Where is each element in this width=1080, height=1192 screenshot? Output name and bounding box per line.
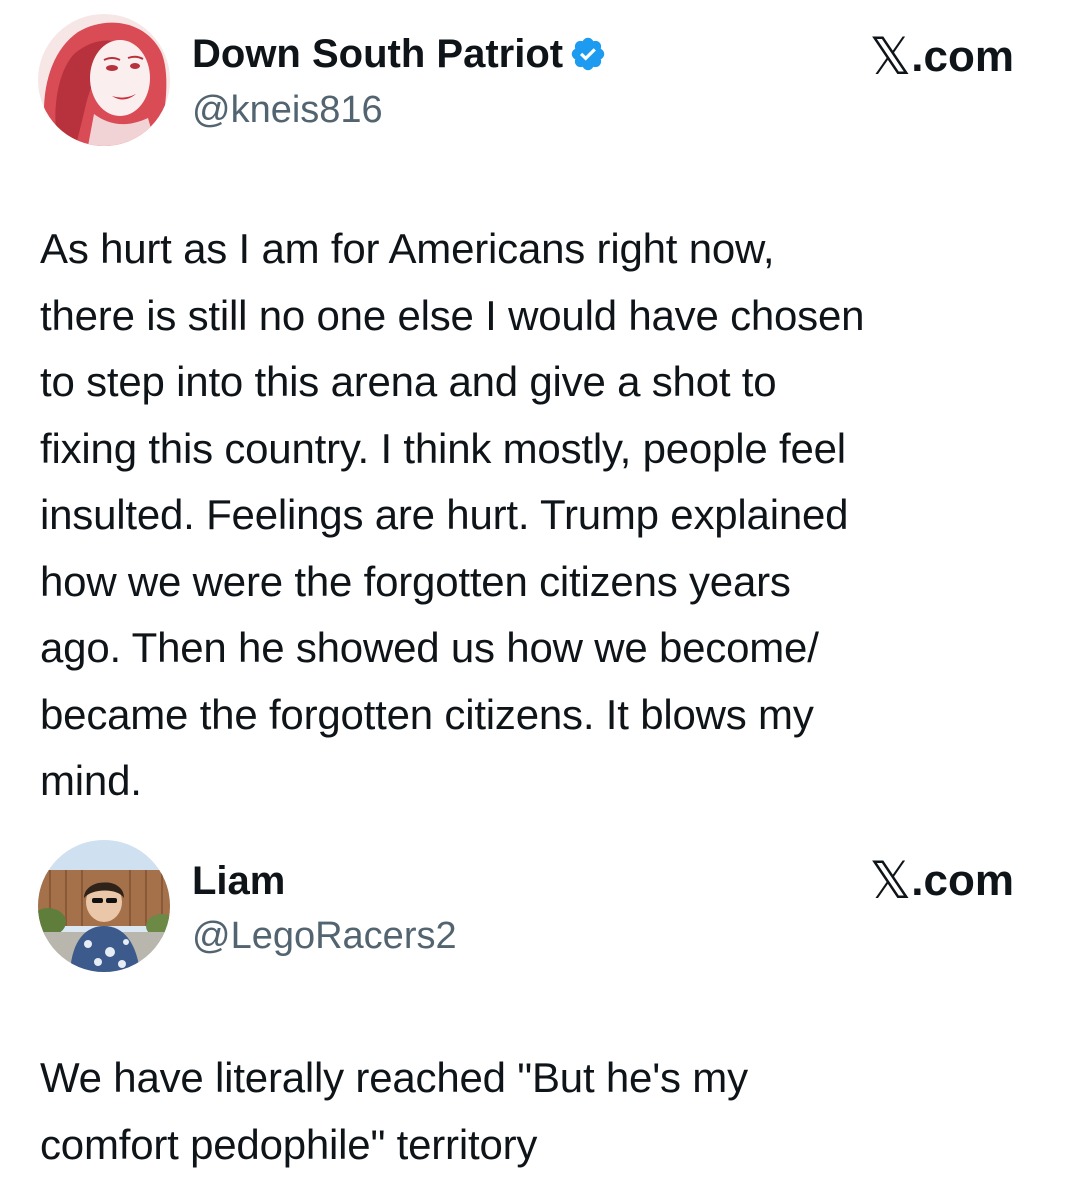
post-card-1: Down South Patriot @kneis816 𝕏.com As hu… (0, 0, 1080, 830)
user-handle[interactable]: @kneis816 (192, 88, 383, 132)
avatar[interactable] (38, 14, 170, 146)
x-logo-icon: 𝕏 (869, 27, 912, 87)
post-text-line: We have literally reached "But he's my (40, 1054, 748, 1101)
post-card-2: Liam @LegoRacers2 𝕏.com We have literall… (0, 830, 1080, 1192)
x-logo-icon: 𝕏 (869, 851, 912, 911)
post-text-line: there is still no one else I would have … (40, 291, 865, 339)
post-text-line: to step into this arena and give a shot … (40, 358, 777, 405)
post-text-line: fixing this country. I think mostly, peo… (40, 424, 846, 472)
post-text-line: As hurt as I am for Americans right now, (40, 225, 775, 272)
source-label[interactable]: 𝕏.com (869, 31, 1014, 83)
user-handle[interactable]: @LegoRacers2 (192, 914, 457, 958)
display-name[interactable]: Liam (192, 858, 285, 904)
post-text-line: how we were the forgotten citizens years (40, 557, 791, 605)
post-text: We have literally reached "But he's my c… (40, 1045, 1050, 1178)
avatar[interactable] (38, 840, 170, 972)
post-text: As hurt as I am for Americans right now,… (40, 216, 1050, 815)
verified-badge-icon (569, 35, 607, 73)
post-text-line: comfort pedophile" territory (40, 1120, 538, 1168)
post-text-line: ago. Then he showed us how we become/ (40, 624, 819, 671)
source-label-text: .com (911, 32, 1014, 81)
post-text-line: insulted. Feelings are hurt. Trump expla… (40, 491, 849, 538)
person-outdoor-avatar-icon (38, 840, 170, 972)
source-label[interactable]: 𝕏.com (869, 855, 1014, 907)
post-text-line: mind. (40, 757, 142, 804)
source-label-text: .com (911, 856, 1014, 905)
woman-portrait-avatar-icon (38, 14, 170, 146)
display-name[interactable]: Down South Patriot (192, 31, 607, 77)
display-name-text: Down South Patriot (192, 32, 564, 76)
post-text-line: became the forgotten citizens. It blows … (40, 690, 814, 738)
